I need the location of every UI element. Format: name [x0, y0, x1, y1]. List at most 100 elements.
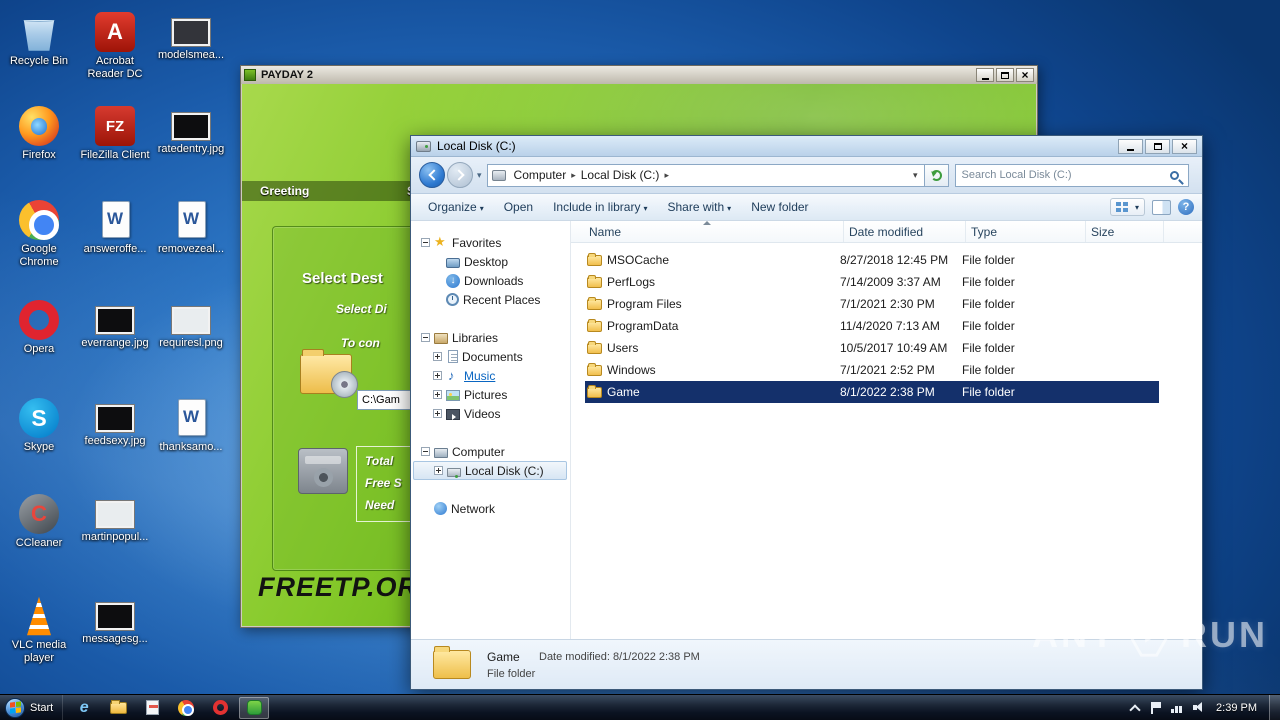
toolbar-open[interactable]: Open: [497, 197, 540, 217]
desktop-icon-google-chrome[interactable]: Google Chrome: [2, 200, 76, 269]
desktop-icon-everrange-jpg[interactable]: everrange.jpg: [78, 300, 152, 350]
desktop-icon-skype[interactable]: Skype: [2, 398, 76, 454]
column-header-name[interactable]: Name: [571, 221, 844, 242]
nav-item-downloads[interactable]: Downloads: [413, 271, 567, 290]
toolbar-include-in-library[interactable]: Include in library ▾: [546, 197, 654, 217]
desktop-icon-requiresl-png[interactable]: requiresl.png: [154, 300, 228, 350]
back-button[interactable]: [419, 162, 445, 188]
expander-plus-icon[interactable]: [434, 466, 443, 475]
nav-item-music[interactable]: Music: [413, 366, 567, 385]
column-header-type[interactable]: Type: [966, 221, 1086, 242]
tray-chevron-up-icon[interactable]: [1130, 703, 1140, 712]
installer-heading: Select Dest: [302, 270, 383, 287]
explorer-close-button[interactable]: ×: [1172, 138, 1197, 154]
nav-item-network[interactable]: Network: [413, 499, 567, 518]
address-dropdown-icon[interactable]: ▾: [913, 170, 920, 181]
desktop-icon-opera[interactable]: Opera: [2, 300, 76, 356]
anyrun-logo-icon: [1126, 612, 1172, 658]
nav-item-documents[interactable]: Documents: [413, 347, 567, 366]
expander-plus-icon[interactable]: [433, 352, 442, 361]
desktop-icon-answeroffe[interactable]: answeroffe...: [78, 200, 152, 256]
nav-item-computer[interactable]: Computer: [413, 442, 567, 461]
desktop-icon-filezilla-client[interactable]: FileZilla Client: [78, 106, 152, 162]
file-row-windows[interactable]: Windows 7/1/2021 2:52 PM File folder: [585, 359, 1159, 381]
desktop-icon-acrobat-reader-dc[interactable]: Acrobat Reader DC: [78, 12, 152, 81]
column-header-size[interactable]: Size: [1086, 221, 1164, 242]
breadcrumb-segment-local-disk-c[interactable]: Local Disk (C:): [576, 168, 665, 182]
file-row-programdata[interactable]: ProgramData 11/4/2020 7:13 AM File folder: [585, 315, 1159, 337]
taskbar-app-opera[interactable]: [205, 697, 235, 719]
expander-minus-icon[interactable]: [421, 333, 430, 342]
history-dropdown-icon[interactable]: ▾: [477, 170, 482, 181]
nav-item-pictures[interactable]: Pictures: [413, 385, 567, 404]
explorer-titlebar[interactable]: Local Disk (C:) ×: [411, 136, 1202, 157]
taskbar-clock[interactable]: 2:39 PM: [1216, 702, 1257, 714]
toolbar-share-with[interactable]: Share with ▾: [660, 197, 738, 217]
payday-minimize-button[interactable]: [976, 68, 994, 82]
expander-plus-icon[interactable]: [433, 409, 442, 418]
toolbar-organize[interactable]: Organize ▾: [421, 197, 491, 217]
folder-icon: [585, 297, 607, 310]
installer-tab-greeting[interactable]: Greeting: [260, 184, 309, 198]
file-row-game[interactable]: Game 8/1/2022 2:38 PM File folder: [585, 381, 1159, 403]
payday-close-button[interactable]: ×: [1016, 68, 1034, 82]
nav-item-recent-places[interactable]: Recent Places: [413, 290, 567, 309]
desktop-icon-messagesg[interactable]: messagesg...: [78, 596, 152, 646]
desktop-icon-ccleaner[interactable]: CCleaner: [2, 494, 76, 550]
expander-plus-icon[interactable]: [433, 371, 442, 380]
taskbar-app-internet-explorer[interactable]: [69, 697, 99, 719]
desktop-icon-label: modelsmea...: [157, 49, 225, 61]
desktop-icon-feedsexy-jpg[interactable]: feedsexy.jpg: [78, 398, 152, 448]
breadcrumb-segment-computer[interactable]: Computer: [509, 168, 572, 182]
desktop-icon-modelsmea[interactable]: modelsmea...: [154, 12, 228, 62]
expander-minus-icon[interactable]: [421, 238, 430, 247]
nav-item-videos[interactable]: Videos: [413, 404, 567, 423]
desktop-icon-removezeal[interactable]: removezeal...: [154, 200, 228, 256]
explorer-maximize-button[interactable]: [1145, 138, 1170, 154]
search-input[interactable]: [955, 169, 1170, 181]
change-view-button[interactable]: ▾: [1109, 198, 1145, 216]
toolbar-new-folder[interactable]: New folder: [744, 197, 815, 217]
taskbar-app-document-app[interactable]: [137, 697, 167, 719]
desktop-icon-vlc-media-player[interactable]: VLC media player: [2, 596, 76, 665]
taskbar-app-windows-explorer[interactable]: [103, 697, 133, 719]
taskbar-app-installer-app[interactable]: [239, 696, 270, 719]
nav-item-favorites[interactable]: Favorites: [413, 233, 567, 252]
nav-item-libraries[interactable]: Libraries: [413, 328, 567, 347]
expander-plus-icon[interactable]: [433, 390, 442, 399]
help-button[interactable]: ?: [1178, 199, 1194, 215]
desktop-icon-thanksamo[interactable]: thanksamo...: [154, 398, 228, 454]
column-header-date-modified[interactable]: Date modified: [844, 221, 966, 242]
file-row-program-files[interactable]: Program Files 7/1/2021 2:30 PM File folder: [585, 293, 1159, 315]
refresh-button[interactable]: [924, 163, 949, 187]
desktop-icon-firefox[interactable]: Firefox: [2, 106, 76, 162]
ratedentry-jpg-icon: [171, 112, 211, 141]
start-button[interactable]: Start: [0, 695, 62, 720]
file-row-users[interactable]: Users 10/5/2017 10:49 AM File folder: [585, 337, 1159, 359]
payday-maximize-button[interactable]: [996, 68, 1014, 82]
taskbar-app-google-chrome[interactable]: [171, 697, 201, 719]
file-row-perflogs[interactable]: PerfLogs 7/14/2009 3:37 AM File folder: [585, 271, 1159, 293]
search-icon[interactable]: [1169, 170, 1179, 180]
show-desktop-button[interactable]: [1269, 695, 1280, 720]
tray-flag-icon[interactable]: [1150, 701, 1162, 714]
system-tray: [1130, 701, 1206, 714]
expander-minus-icon[interactable]: [421, 447, 430, 456]
nav-item-local-disk-c[interactable]: Local Disk (C:): [413, 461, 567, 480]
nav-item-desktop[interactable]: Desktop: [413, 252, 567, 271]
preview-pane-button[interactable]: [1152, 199, 1171, 215]
forward-button[interactable]: [447, 162, 473, 188]
tray-network-icon[interactable]: [1171, 702, 1183, 713]
maximize-icon: [1153, 142, 1162, 150]
desktop-icon-label: martinpopul...: [81, 531, 149, 543]
explorer-minimize-button[interactable]: [1118, 138, 1143, 154]
payday-titlebar[interactable]: PAYDAY 2 ×: [241, 66, 1037, 84]
tray-volume-icon[interactable]: [1193, 702, 1206, 713]
desktop-icon-martinpopul[interactable]: martinpopul...: [78, 494, 152, 544]
breadcrumb-separator-icon[interactable]: ▸: [664, 170, 669, 181]
address-bar[interactable]: Computer ▸ Local Disk (C:) ▸ ▾: [486, 163, 925, 187]
desktop-icon-recycle-bin[interactable]: Recycle Bin: [2, 12, 76, 68]
file-row-msocache[interactable]: MSOCache 8/27/2018 12:45 PM File folder: [585, 249, 1159, 271]
desktop-icon-ratedentry-jpg[interactable]: ratedentry.jpg: [154, 106, 228, 156]
folder-icon-glyph: [587, 319, 602, 332]
